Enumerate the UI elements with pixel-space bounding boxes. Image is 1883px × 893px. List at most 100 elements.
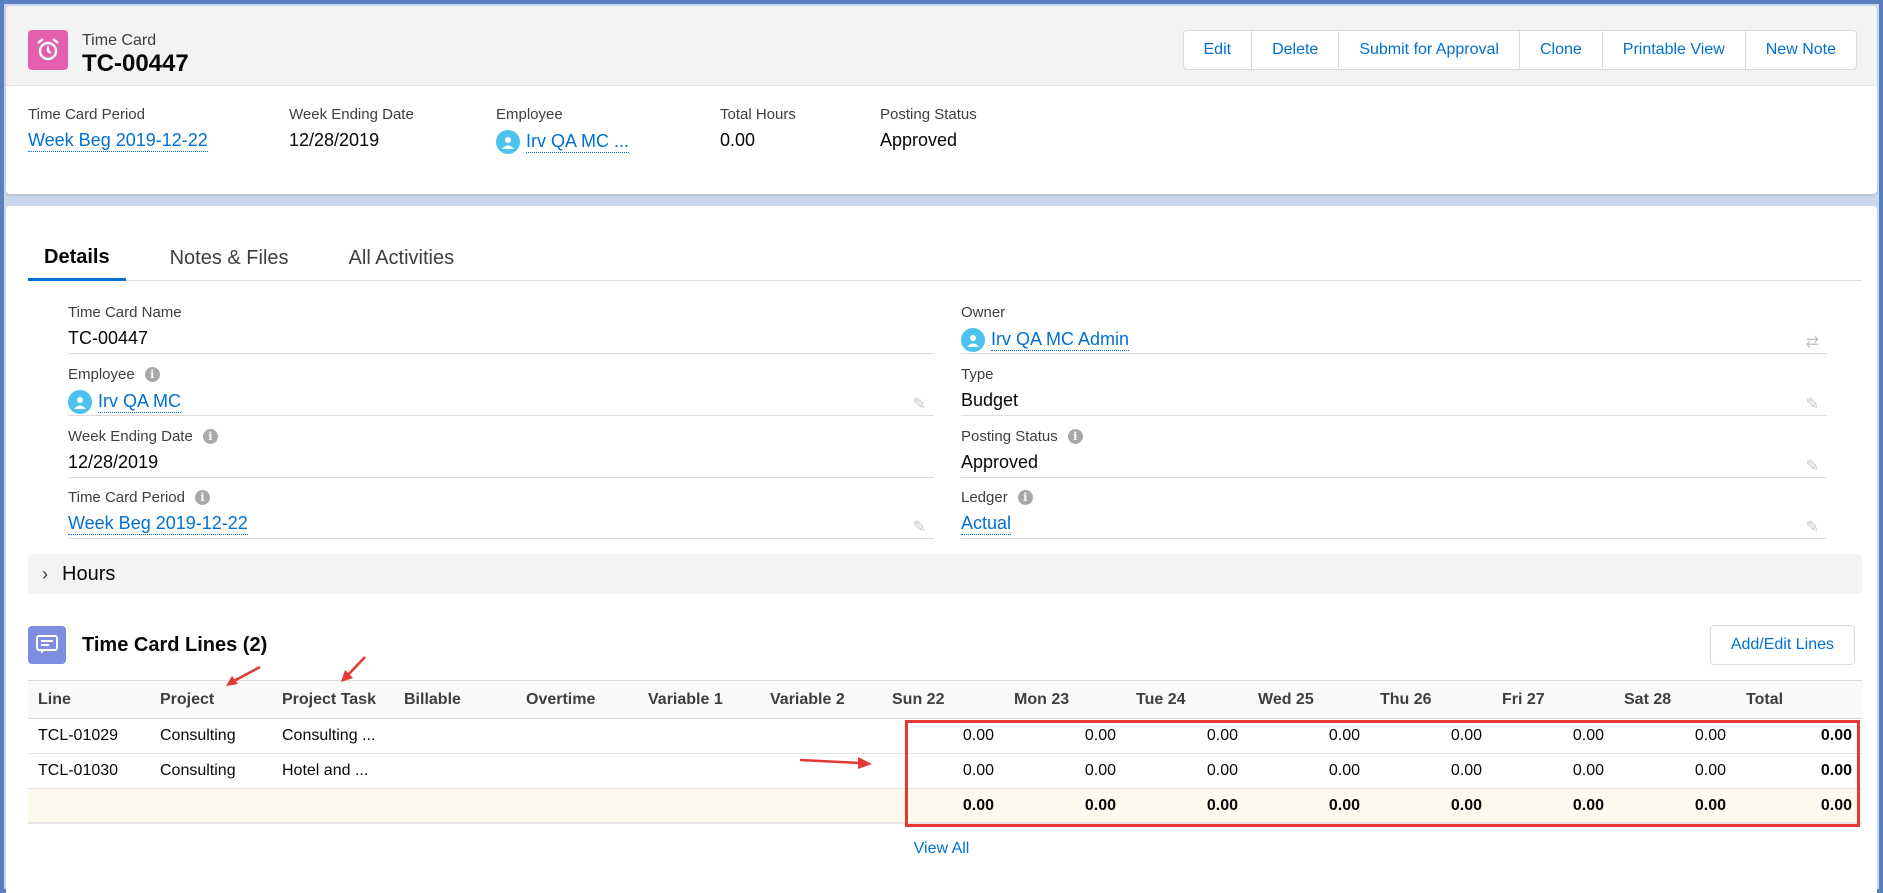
record-title: TC-00447 bbox=[82, 50, 189, 77]
info-icon[interactable]: i bbox=[1017, 489, 1033, 505]
edit-pencil-icon[interactable]: ✎ bbox=[1806, 394, 1819, 414]
edit-pencil-icon[interactable]: ✎ bbox=[913, 517, 926, 537]
employee-field-link[interactable]: Irv QA MC bbox=[98, 391, 182, 413]
field-label: Time Card Period bbox=[68, 488, 185, 506]
user-avatar-icon bbox=[496, 130, 520, 154]
total-cell bbox=[760, 788, 882, 824]
field-posting-status: Posting Status i Approved ✎ bbox=[961, 426, 1827, 478]
column-header: Variable 1 bbox=[638, 680, 760, 719]
new-note-button[interactable]: New Note bbox=[1744, 31, 1856, 69]
info-icon[interactable]: i bbox=[194, 489, 210, 505]
user-avatar-icon bbox=[961, 328, 985, 352]
table-row: TCL-01030 Consulting Hotel and ... 0.00 0.00… bbox=[28, 753, 1862, 789]
total-cell bbox=[516, 788, 638, 824]
field-label: Time Card Name bbox=[68, 303, 182, 321]
time-card-period-link[interactable]: Week Beg 2019-12-22 bbox=[28, 130, 208, 152]
clone-button[interactable]: Clone bbox=[1518, 31, 1602, 69]
tab-details[interactable]: Details bbox=[28, 236, 126, 281]
field-value: 12/28/2019 bbox=[68, 452, 159, 472]
ledger-link[interactable]: Actual bbox=[961, 513, 1012, 535]
column-header: Total bbox=[1736, 680, 1862, 719]
table-cell: 0.00 bbox=[1248, 718, 1370, 754]
highlight-label: Total Hours bbox=[720, 106, 796, 123]
highlight-posting-status: Posting Status Approved bbox=[880, 106, 1080, 154]
section-title: Hours bbox=[62, 562, 116, 585]
highlight-label: Posting Status bbox=[880, 106, 977, 123]
highlight-value: 12/28/2019 bbox=[289, 130, 380, 150]
column-header: Fri 27 bbox=[1492, 680, 1614, 719]
highlight-employee: Employee Irv QA MC ... bbox=[496, 106, 720, 154]
divider bbox=[28, 822, 1862, 823]
field-value: TC-00447 bbox=[68, 328, 149, 348]
info-icon[interactable]: i bbox=[1067, 428, 1083, 444]
field-time-card-period: Time Card Period i Week Beg 2019-12-22 ✎ bbox=[68, 487, 934, 539]
highlight-week-ending-date: Week Ending Date 12/28/2019 bbox=[289, 106, 496, 154]
total-cell bbox=[28, 788, 150, 824]
total-cell bbox=[394, 788, 516, 824]
field-value: Approved bbox=[961, 452, 1039, 472]
field-value: Budget bbox=[961, 390, 1019, 410]
table-cell: 0.00 bbox=[882, 718, 1004, 754]
table-cell: 0.00 bbox=[1004, 718, 1126, 754]
table-cell bbox=[638, 753, 760, 789]
table-cell: 0.00 bbox=[1614, 753, 1736, 789]
submit-for-approval-button[interactable]: Submit for Approval bbox=[1338, 31, 1519, 69]
add-edit-lines-button[interactable]: Add/Edit Lines bbox=[1709, 625, 1855, 665]
field-label: Type bbox=[961, 365, 994, 383]
chevron-right-icon: › bbox=[42, 563, 48, 584]
table-cell: 0.00 bbox=[1736, 753, 1862, 789]
edit-pencil-icon[interactable]: ✎ bbox=[1806, 456, 1819, 476]
printable-view-button[interactable]: Printable View bbox=[1601, 31, 1745, 69]
highlight-label: Employee bbox=[496, 106, 563, 123]
table-cell bbox=[760, 753, 882, 789]
total-cell bbox=[150, 788, 272, 824]
table-cell: 0.00 bbox=[1004, 753, 1126, 789]
highlight-total-hours: Total Hours 0.00 bbox=[720, 106, 880, 154]
time-card-period-field-link[interactable]: Week Beg 2019-12-22 bbox=[68, 513, 248, 535]
tab-notes-files[interactable]: Notes & Files bbox=[154, 236, 305, 281]
table-cell: 0.00 bbox=[1370, 753, 1492, 789]
edit-pencil-icon[interactable]: ✎ bbox=[1806, 517, 1819, 537]
column-header: Thu 26 bbox=[1370, 680, 1492, 719]
table-cell: 0.00 bbox=[1370, 718, 1492, 754]
column-header: Mon 23 bbox=[1004, 680, 1126, 719]
owner-link[interactable]: Irv QA MC Admin bbox=[991, 329, 1130, 351]
table-cell: 0.00 bbox=[1736, 718, 1862, 754]
line-name-cell: TCL-01030 bbox=[28, 753, 150, 789]
table-cell: Consulting bbox=[150, 718, 272, 754]
list-icon bbox=[28, 626, 66, 664]
tab-all-activities[interactable]: All Activities bbox=[333, 236, 471, 281]
header-actions: Edit Delete Submit for Approval Clone Pr… bbox=[1182, 30, 1857, 70]
table-cell bbox=[394, 718, 516, 754]
table-cell: 0.00 bbox=[882, 753, 1004, 789]
column-header: Variable 2 bbox=[760, 680, 882, 719]
column-header: Line bbox=[28, 680, 150, 719]
field-type: Type Budget ✎ bbox=[961, 364, 1827, 416]
edit-pencil-icon[interactable]: ✎ bbox=[913, 394, 926, 414]
info-icon[interactable]: i bbox=[202, 428, 218, 444]
total-cell: 0.00 bbox=[1492, 788, 1614, 824]
table-cell: 0.00 bbox=[1492, 753, 1614, 789]
table-cell bbox=[638, 718, 760, 754]
change-owner-icon[interactable]: ⇄ bbox=[1806, 332, 1819, 352]
field-employee: Employee i Irv QA MC ✎ bbox=[68, 364, 934, 416]
line-name-cell: TCL-01029 bbox=[28, 718, 150, 754]
field-label: Employee bbox=[68, 365, 135, 383]
edit-button[interactable]: Edit bbox=[1184, 31, 1252, 69]
info-icon[interactable]: i bbox=[144, 366, 160, 382]
total-cell: 0.00 bbox=[1736, 788, 1862, 824]
hours-section-toggle[interactable]: › Hours bbox=[28, 554, 1862, 594]
header-top: Time Card TC-00447 Edit Delete Submit fo… bbox=[6, 6, 1877, 86]
related-list-title[interactable]: Time Card Lines (2) bbox=[82, 634, 267, 657]
tab-bar: Details Notes & Files All Activities bbox=[28, 236, 1862, 281]
field-time-card-name: Time Card Name TC-00447 bbox=[68, 302, 934, 354]
table-cell bbox=[516, 753, 638, 789]
employee-link[interactable]: Irv QA MC ... bbox=[526, 131, 630, 153]
total-cell bbox=[638, 788, 760, 824]
delete-button[interactable]: Delete bbox=[1251, 31, 1338, 69]
highlight-value: Approved bbox=[880, 130, 958, 150]
view-all-link[interactable]: View All bbox=[6, 840, 1877, 858]
total-cell: 0.00 bbox=[1126, 788, 1248, 824]
table-cell: 0.00 bbox=[1492, 718, 1614, 754]
table-cell bbox=[760, 718, 882, 754]
